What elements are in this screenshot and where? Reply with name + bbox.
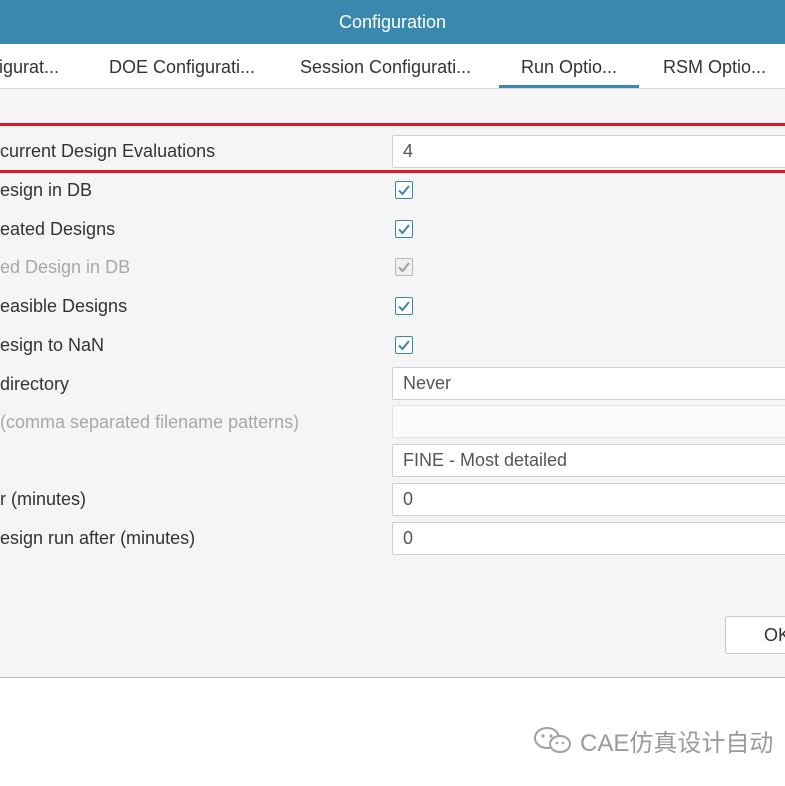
- wechat-icon: [534, 727, 571, 753]
- failed-design-in-db-checkbox[interactable]: [395, 258, 413, 276]
- watermark: CAE仿真设计自动: [532, 720, 773, 760]
- tab-run-options[interactable]: Run Optio...: [498, 44, 640, 88]
- dialog-title-bar: Configuration: [0, 0, 785, 44]
- check-icon: [398, 185, 410, 196]
- design-to-nan-checkbox[interactable]: [395, 336, 413, 354]
- watermark-text: CAE仿真设计自动: [580, 729, 774, 757]
- tab-rsm-options[interactable]: RSM Optio...: [663, 44, 766, 88]
- check-icon: [398, 340, 410, 351]
- directory-label: directory: [0, 374, 70, 394]
- unfeasible-designs-label: easible Designs: [0, 296, 128, 316]
- tab-doe-configuration[interactable]: DOE Configurati...: [109, 44, 255, 88]
- tab-bar: figurat... DOE Configurati... Session Co…: [0, 44, 785, 89]
- check-icon: [398, 262, 410, 273]
- timeout-minutes-input[interactable]: 0: [392, 483, 785, 516]
- repeated-designs-label: eated Designs: [0, 219, 116, 239]
- kill-design-run-input[interactable]: 0: [392, 522, 785, 555]
- unfeasible-designs-checkbox[interactable]: [395, 297, 413, 315]
- design-in-db-checkbox[interactable]: [395, 181, 413, 199]
- dialog-title: Configuration: [338, 12, 447, 32]
- highlight-line-bottom: [0, 170, 785, 173]
- filename-patterns-label: (comma separated filename patterns): [0, 412, 300, 432]
- design-to-nan-label: esign to NaN: [0, 335, 105, 355]
- timeout-minutes-label: r (minutes): [0, 489, 87, 509]
- directory-select[interactable]: Never: [392, 367, 785, 400]
- check-icon: [398, 224, 410, 235]
- concurrent-evaluations-input[interactable]: 4: [392, 135, 785, 168]
- failed-design-in-db-label: ed Design in DB: [0, 257, 131, 277]
- concurrent-evaluations-label: current Design Evaluations: [0, 141, 216, 161]
- design-in-db-label: esign in DB: [0, 180, 93, 200]
- filename-patterns-input[interactable]: [392, 405, 785, 438]
- tab-session-configuration[interactable]: Session Configurati...: [300, 44, 471, 88]
- ok-button[interactable]: OK: [725, 616, 785, 654]
- check-icon: [398, 301, 410, 312]
- kill-design-run-label: esign run after (minutes): [0, 528, 196, 548]
- tab-configuration[interactable]: figurat...: [0, 44, 59, 88]
- repeated-designs-checkbox[interactable]: [395, 220, 413, 238]
- highlight-line-top: [0, 123, 785, 126]
- log-level-select[interactable]: FINE - Most detailed: [392, 444, 785, 477]
